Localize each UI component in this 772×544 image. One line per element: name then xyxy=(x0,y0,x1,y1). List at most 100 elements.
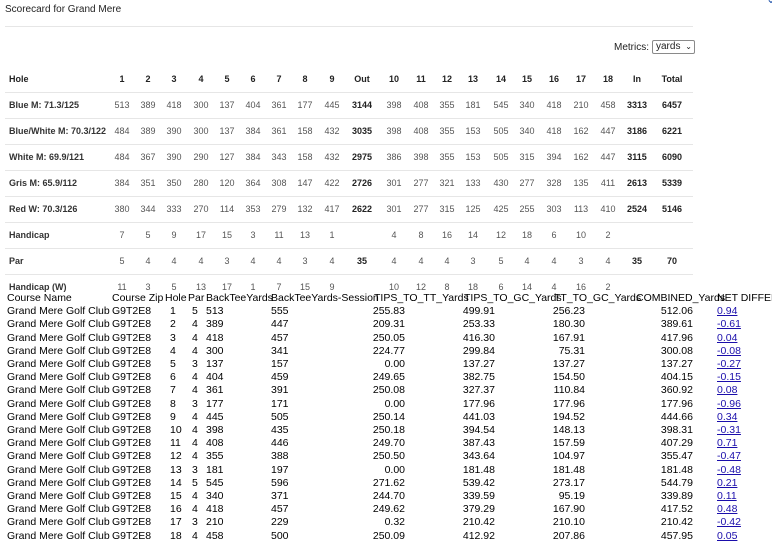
data-grid-cell: G9T2E8 xyxy=(112,318,152,331)
data-grid-header-cell: BackTeeYards xyxy=(206,292,273,304)
data-grid-header-cell: Course Name xyxy=(7,292,72,304)
data-grid-cell: 171 xyxy=(271,397,289,410)
net-difference-link[interactable]: -0.42 xyxy=(717,516,741,528)
scorecard-row-label: Handicap xyxy=(9,230,50,240)
data-grid-cell: 197 xyxy=(271,463,289,476)
scorecard-cell: 390 xyxy=(166,126,182,136)
data-grid-cell: -0.08 xyxy=(717,345,741,357)
data-grid-row: Grand Mere Golf Club G9T2E8 4 4 300 341 224.77… xyxy=(5,345,772,358)
metrics-select-value: yards xyxy=(656,41,681,52)
scorecard-cell: 127 xyxy=(219,152,235,162)
data-grid-cell: 7 xyxy=(170,384,176,397)
scorecard-cell: 277 xyxy=(519,178,535,188)
scorecard-header-cell: 11 xyxy=(416,74,426,84)
scorecard-cell: 2524 xyxy=(626,204,648,214)
scorecard-cell: 133 xyxy=(465,178,481,188)
data-grid-cell: 418 xyxy=(206,503,224,516)
net-difference-link[interactable]: -0.08 xyxy=(717,345,741,357)
scorecard-cell: 14 xyxy=(521,282,533,292)
scorecard-cell: 280 xyxy=(193,178,209,188)
scorecard-cell: 13 xyxy=(299,230,311,240)
scorecard-cell: 321 xyxy=(439,178,455,188)
net-difference-link[interactable]: 0.94 xyxy=(717,305,737,317)
data-grid-cell: 0.48 xyxy=(717,503,737,515)
data-grid-cell: 0.00 xyxy=(384,397,405,410)
net-difference-link[interactable]: 0.71 xyxy=(717,437,737,449)
net-difference-link[interactable]: -0.61 xyxy=(717,318,741,330)
data-grid-cell: G9T2E8 xyxy=(112,463,152,476)
scorecard-cell: 422 xyxy=(324,178,340,188)
data-grid-cell: 249.62 xyxy=(372,503,405,516)
data-grid-cell: Grand Mere Golf Club xyxy=(7,450,110,463)
data-grid-cell: 181 xyxy=(206,463,224,476)
scorecard-cell: 351 xyxy=(140,178,156,188)
scorecard-cell: 12 xyxy=(495,230,507,240)
data-grid-cell: 412.92 xyxy=(462,529,495,542)
metrics-select[interactable]: yards ⌄ xyxy=(652,40,695,54)
data-grid-cell: 389 xyxy=(206,318,224,331)
data-grid-cell: 137.27 xyxy=(660,358,693,370)
net-difference-link[interactable]: -0.27 xyxy=(717,358,741,370)
scorecard-cell: 4 xyxy=(391,230,397,240)
scorecard-cell: 5 xyxy=(119,256,125,266)
net-difference-link[interactable]: -0.96 xyxy=(717,398,741,410)
scorecard-cell: 384 xyxy=(114,178,130,188)
data-grid-cell: 250.50 xyxy=(372,450,405,463)
data-grid-cell: 4 xyxy=(192,344,198,357)
data-grid-cell: 271.62 xyxy=(372,476,405,489)
scorecard-cell: 398 xyxy=(386,100,402,110)
scorecard-header-cell: 7 xyxy=(276,74,282,84)
net-difference-link[interactable]: -0.47 xyxy=(717,450,741,462)
data-grid-cell: 404.15 xyxy=(660,371,693,384)
net-difference-link[interactable]: -0.31 xyxy=(717,424,741,436)
data-grid-cell: 457 xyxy=(271,331,289,344)
data-grid-header-cell: TIPS_TO_TT_Yards xyxy=(374,292,469,304)
data-grid-cell: 9 xyxy=(170,410,176,423)
scorecard-cell: 4 xyxy=(198,256,204,266)
scorecard-header-cell: 17 xyxy=(575,74,587,84)
scorecard-cell: 8 xyxy=(418,230,424,240)
scorecard-cell: 158 xyxy=(297,152,313,162)
scorecard-header-cell: 8 xyxy=(302,74,308,84)
scorecard-cell: 384 xyxy=(245,126,261,136)
data-grid-row: Grand Mere Golf Club G9T2E8 1 5 513 555 255.83… xyxy=(5,305,772,318)
data-grid-cell: 207.86 xyxy=(552,529,585,542)
scorecard-header-cell: Out xyxy=(354,74,370,84)
scorecard-cell: 11 xyxy=(274,230,284,240)
scorecard-cell: 355 xyxy=(439,100,455,110)
net-difference-link[interactable]: 0.04 xyxy=(717,332,737,344)
net-difference-link[interactable]: 0.05 xyxy=(717,530,737,542)
data-grid-cell: 4 xyxy=(192,318,198,331)
net-difference-link[interactable]: 0.11 xyxy=(717,490,737,502)
data-grid-cell: 14 xyxy=(170,476,182,489)
scorecard-cell: 125 xyxy=(465,204,481,214)
scorecard-cell: 1 xyxy=(329,230,335,240)
scorecard-header-cell: 12 xyxy=(441,74,453,84)
data-grid-cell: 300 xyxy=(206,344,224,357)
net-difference-link[interactable]: -0.48 xyxy=(717,464,741,476)
data-grid-cell: 250.05 xyxy=(372,331,405,344)
data-grid-cell: 4 xyxy=(192,437,198,450)
net-difference-link[interactable]: 0.48 xyxy=(717,503,737,515)
net-difference-link[interactable]: 0.34 xyxy=(717,411,737,423)
net-difference-link[interactable]: -0.15 xyxy=(717,371,741,383)
data-grid-header-cell: Hole xyxy=(165,292,187,304)
scorecard-cell: 279 xyxy=(271,204,287,214)
net-difference-link[interactable]: 0.08 xyxy=(717,384,737,396)
scorecard-cell: 445 xyxy=(324,100,340,110)
scorecard-cell: 290 xyxy=(193,152,209,162)
data-grid-cell: G9T2E8 xyxy=(112,344,152,357)
data-grid-cell: 355.47 xyxy=(660,450,693,463)
data-grid-cell: 5 xyxy=(170,358,176,370)
scorecard-cell: 35 xyxy=(356,256,368,266)
data-grid-row: Grand Mere Golf Club G9T2E8 11 4 408 446 249.7… xyxy=(5,437,772,450)
net-difference-link[interactable]: 0.21 xyxy=(717,477,737,489)
data-grid-cell: 457.95 xyxy=(660,529,693,542)
scorecard-cell: 113 xyxy=(573,204,589,214)
data-grid-cell: 394.54 xyxy=(462,424,495,436)
data-grid-row: Grand Mere Golf Club G9T2E8 6 4 404 459 249.65… xyxy=(5,371,772,384)
scorecard-cell: 3313 xyxy=(626,100,648,110)
scorecard-cell: 513 xyxy=(114,100,130,110)
scorecard-cell: 3 xyxy=(145,282,151,292)
scorecard-cell: 15 xyxy=(221,230,233,240)
